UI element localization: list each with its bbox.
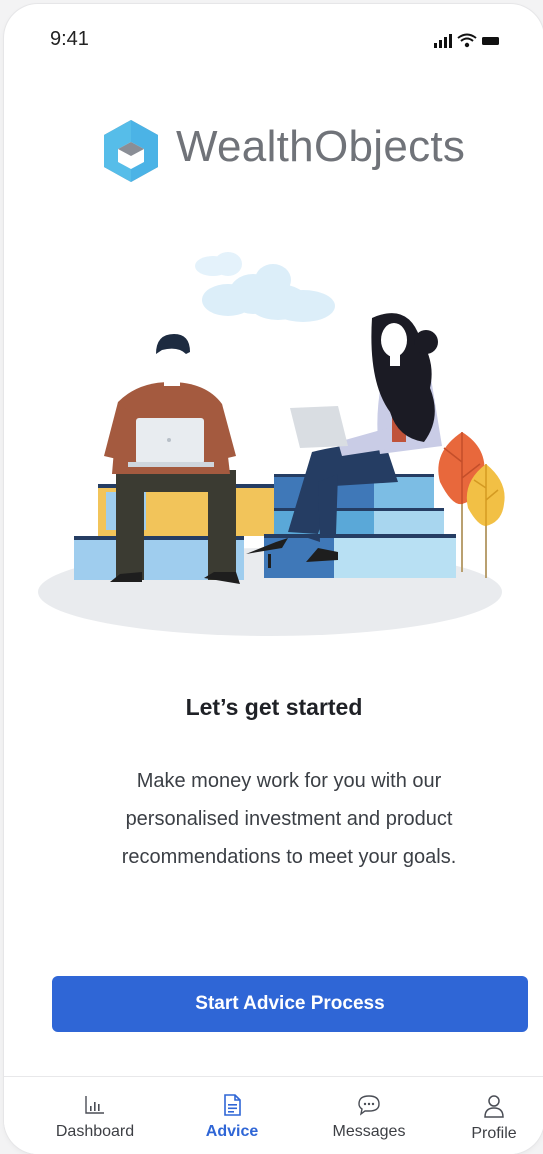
wifi-icon xyxy=(457,33,477,48)
tab-advice[interactable]: Advice xyxy=(177,1093,287,1141)
battery-icon xyxy=(482,37,499,45)
people-on-books-illustration xyxy=(38,242,513,647)
person-icon xyxy=(484,1095,504,1118)
tab-label: Messages xyxy=(332,1123,406,1140)
status-time: 9:41 xyxy=(50,28,89,50)
tab-messages[interactable]: Messages xyxy=(314,1093,424,1141)
bar-chart-icon xyxy=(85,1096,104,1114)
signal-icon xyxy=(434,34,452,48)
brand-name: WealthObjects xyxy=(176,122,466,171)
tab-label: Advice xyxy=(205,1123,259,1140)
status-icons xyxy=(432,32,502,55)
description: Make money work for you with our persona… xyxy=(54,762,524,876)
bottom-tab-bar: Dashboard Advice Messages Profile xyxy=(4,1076,543,1154)
wealthobjects-logo-icon xyxy=(104,120,158,182)
status-bar: 9:41 xyxy=(4,4,543,74)
description-line: Make money work for you with our xyxy=(136,770,442,792)
start-advice-process-button[interactable]: Start Advice Process xyxy=(52,976,528,1032)
chat-bubble-icon xyxy=(358,1095,380,1116)
brand-logo: WealthObjects xyxy=(100,114,500,194)
phone-screen: 9:41 WealthObjects Let’s get started Mak… xyxy=(4,4,543,1154)
description-line: recommendations to meet your goals. xyxy=(121,846,457,868)
headline: Let’s get started xyxy=(185,694,363,720)
tab-dashboard[interactable]: Dashboard xyxy=(40,1093,150,1141)
description-line: personalised investment and product xyxy=(125,808,453,830)
tab-label: Dashboard xyxy=(55,1123,135,1140)
document-icon xyxy=(224,1094,241,1116)
tab-profile[interactable]: Profile xyxy=(450,1093,538,1143)
tab-label: Profile xyxy=(471,1125,517,1142)
